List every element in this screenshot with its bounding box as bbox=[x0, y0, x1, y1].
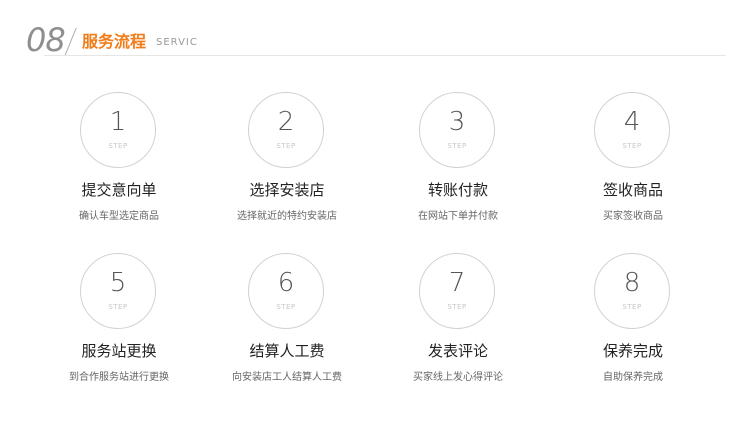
step-title: 发表评论 bbox=[427, 342, 488, 360]
step-description: 到合作服务站进行更换 bbox=[69, 372, 169, 383]
step-description: 确认车型选定商品 bbox=[79, 211, 159, 222]
step-6: 6 STEP 结算人工费 向安装店工人结算人工费 bbox=[202, 253, 372, 393]
step-number: 3 bbox=[448, 107, 466, 137]
step-title: 结算人工费 bbox=[249, 342, 325, 360]
step-title: 选择安装店 bbox=[249, 181, 325, 199]
step-description: 买家签收商品 bbox=[603, 211, 663, 222]
step-label: STEP bbox=[447, 303, 467, 311]
step-number: 4 bbox=[623, 107, 641, 137]
step-label: STEP bbox=[622, 142, 642, 150]
step-circle: 4 STEP bbox=[594, 92, 670, 168]
step-label: STEP bbox=[108, 142, 128, 150]
step-title: 转账付款 bbox=[427, 181, 488, 199]
step-circle: 3 STEP bbox=[419, 92, 495, 168]
step-number: 1 bbox=[109, 107, 127, 137]
step-description: 向安装店工人结算人工费 bbox=[232, 372, 342, 383]
step-8: 8 STEP 保养完成 自助保养完成 bbox=[548, 253, 718, 393]
step-title: 签收商品 bbox=[602, 181, 663, 199]
step-circle: 7 STEP bbox=[419, 253, 495, 329]
step-description: 买家线上发心得评论 bbox=[413, 372, 503, 383]
step-title: 保养完成 bbox=[602, 342, 663, 360]
step-circle: 8 STEP bbox=[594, 253, 670, 329]
step-circle: 6 STEP bbox=[248, 253, 324, 329]
step-label: STEP bbox=[447, 142, 467, 150]
step-circle: 1 STEP bbox=[80, 92, 156, 168]
step-label: STEP bbox=[276, 142, 296, 150]
process-steps: 1 STEP 提交意向单 确认车型选定商品 2 STEP 选择安装店 选择就近的… bbox=[0, 0, 750, 430]
step-number: 6 bbox=[277, 268, 295, 298]
step-label: STEP bbox=[622, 303, 642, 311]
step-circle: 5 STEP bbox=[80, 253, 156, 329]
step-label: STEP bbox=[276, 303, 296, 311]
step-description: 选择就近的特约安装店 bbox=[237, 211, 337, 222]
step-title: 服务站更换 bbox=[81, 342, 157, 360]
step-circle: 2 STEP bbox=[248, 92, 324, 168]
step-2: 2 STEP 选择安装店 选择就近的特约安装店 bbox=[202, 92, 372, 232]
step-3: 3 STEP 转账付款 在网站下单并付款 bbox=[373, 92, 543, 232]
step-7: 7 STEP 发表评论 买家线上发心得评论 bbox=[373, 253, 543, 393]
step-number: 5 bbox=[109, 268, 127, 298]
step-description: 在网站下单并付款 bbox=[418, 211, 498, 222]
step-number: 8 bbox=[623, 268, 641, 298]
step-label: STEP bbox=[108, 303, 128, 311]
step-number: 2 bbox=[277, 107, 295, 137]
step-number: 7 bbox=[448, 268, 466, 298]
step-5: 5 STEP 服务站更换 到合作服务站进行更换 bbox=[34, 253, 204, 393]
step-4: 4 STEP 签收商品 买家签收商品 bbox=[548, 92, 718, 232]
step-title: 提交意向单 bbox=[81, 181, 157, 199]
step-description: 自助保养完成 bbox=[603, 372, 663, 383]
step-1: 1 STEP 提交意向单 确认车型选定商品 bbox=[34, 92, 204, 232]
